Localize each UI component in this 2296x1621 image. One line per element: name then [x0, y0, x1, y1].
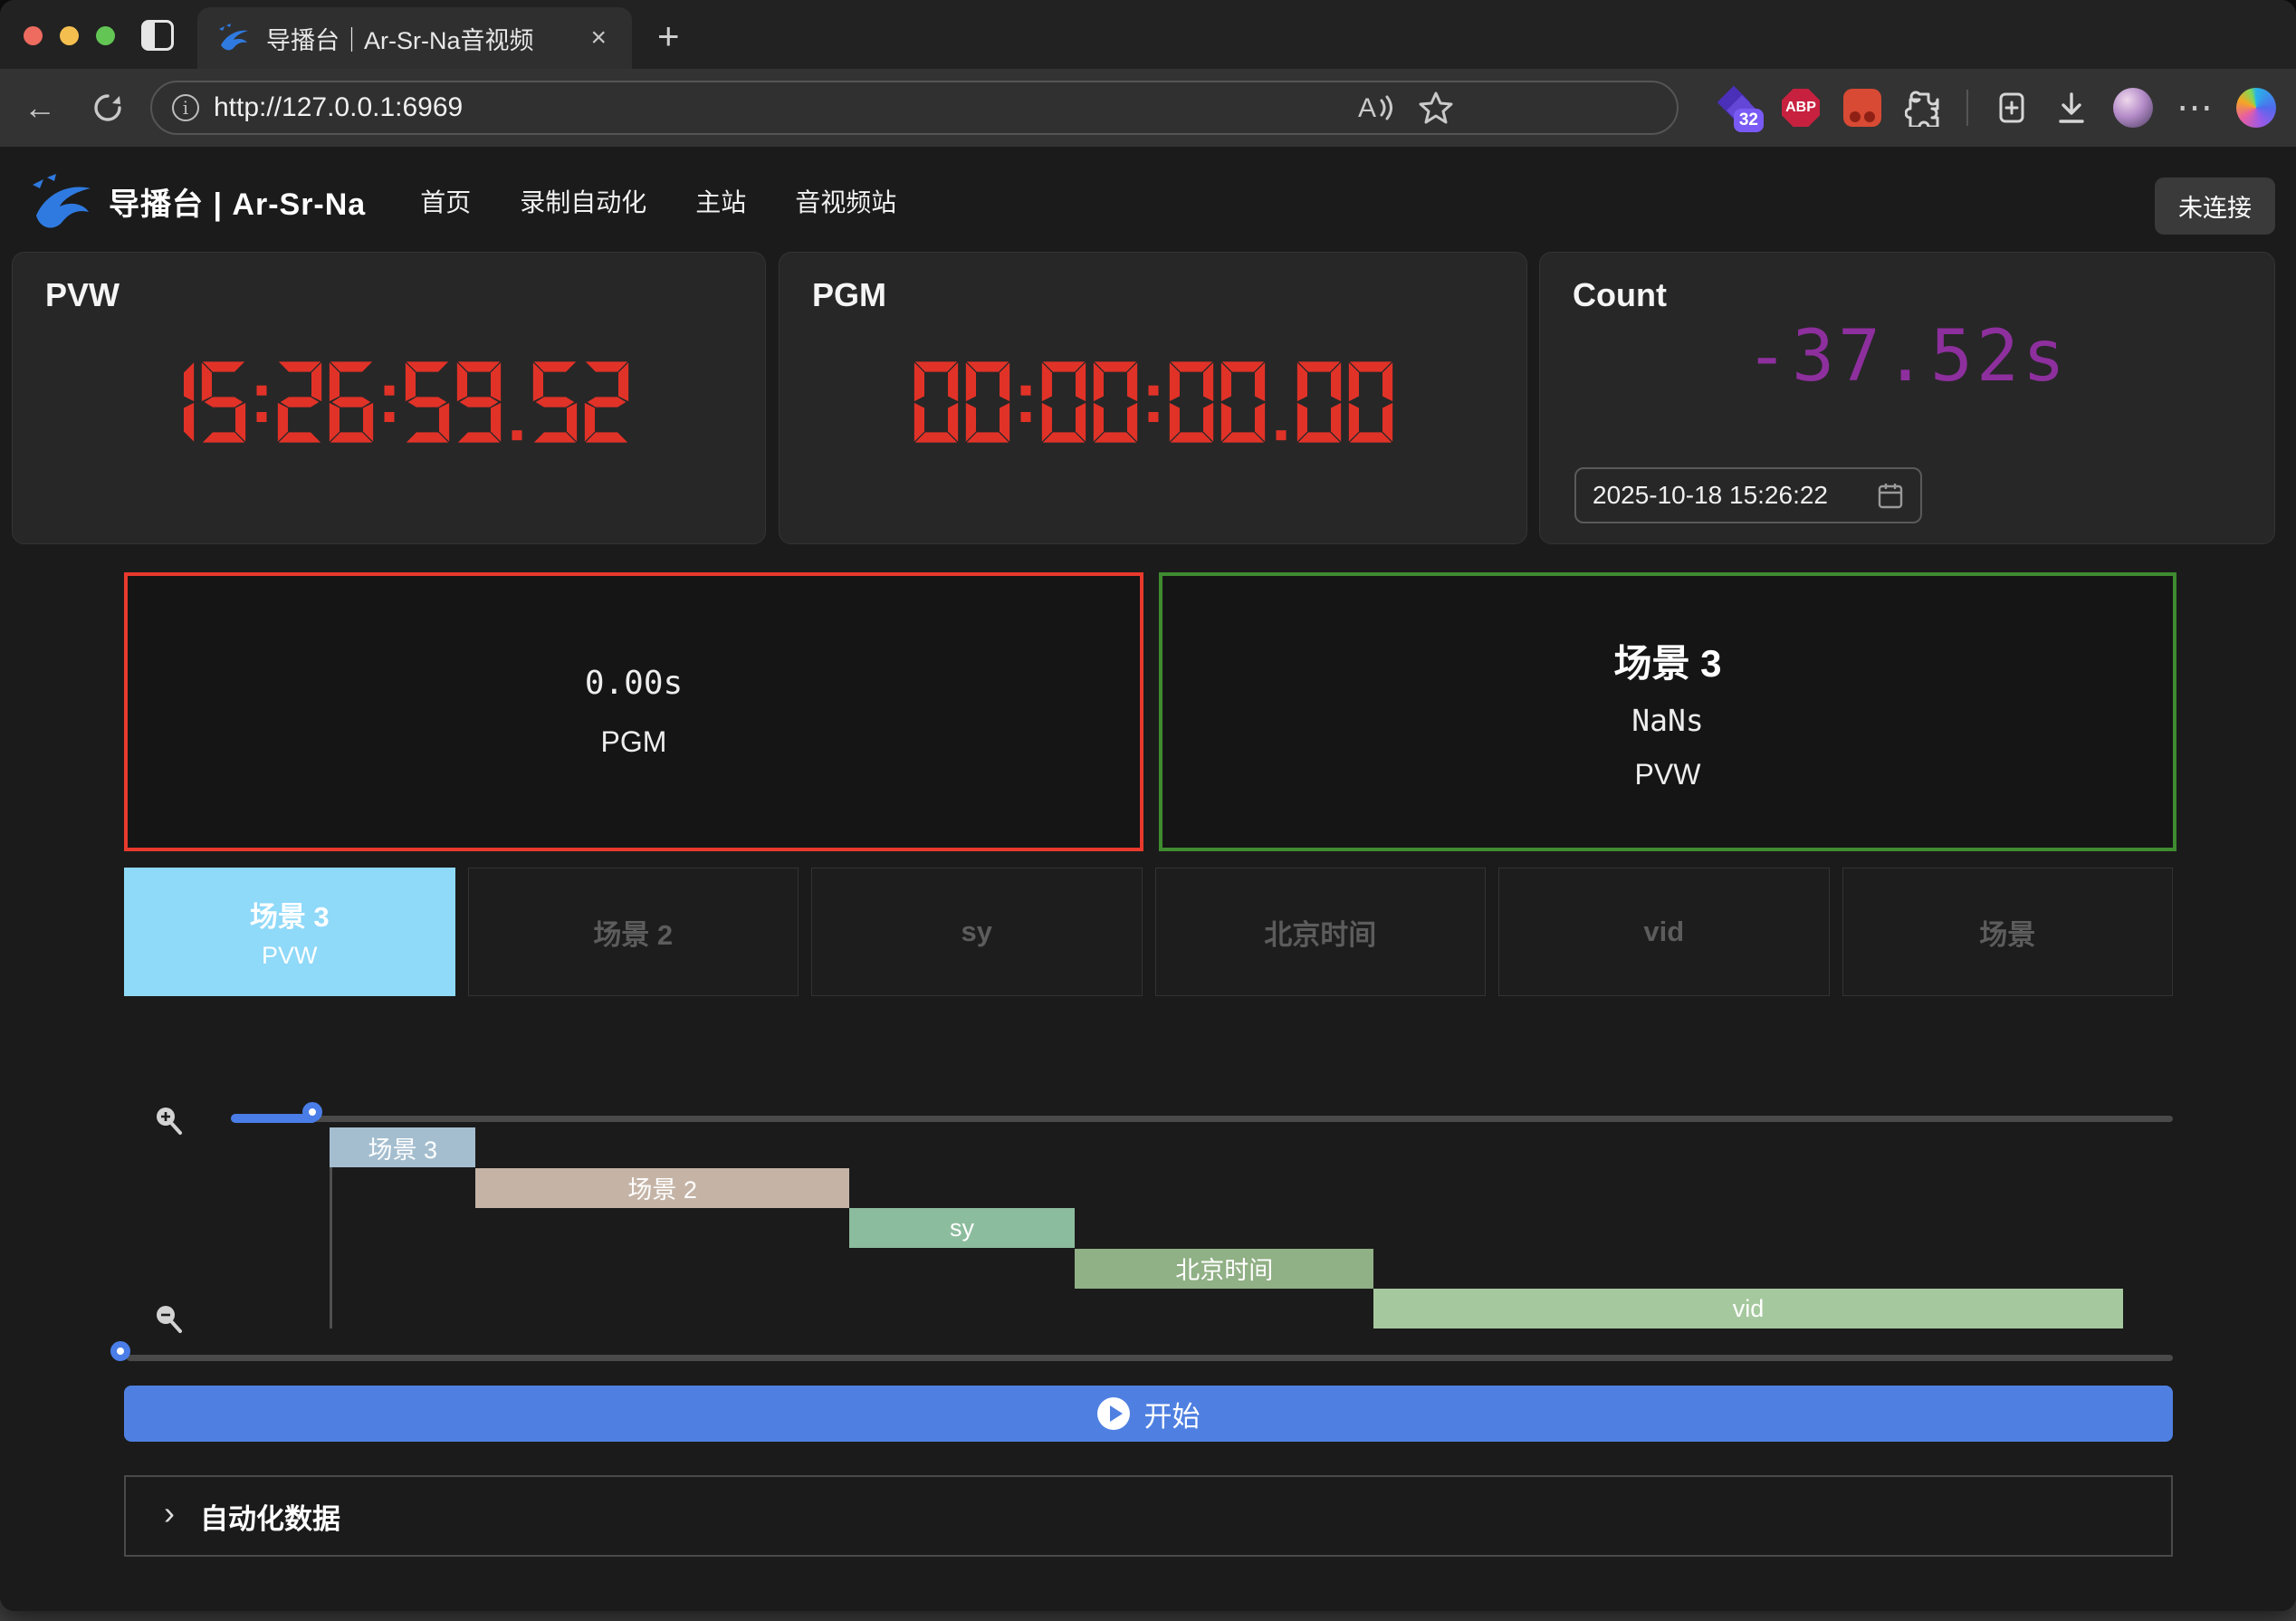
tab-title: 导播台｜Ar-Sr-Na音视频: [266, 21, 569, 56]
pgm-preview-box[interactable]: 0.00s PGM: [124, 572, 1143, 851]
pgm-clock: [780, 360, 1526, 445]
adblock-plus-icon[interactable]: ABP: [1782, 89, 1820, 127]
scene-button[interactable]: 场景 3 PVW: [124, 868, 455, 996]
scene-button-label: vid: [1643, 916, 1684, 948]
count-card-label: Count: [1573, 276, 1667, 314]
favorites-star-icon[interactable]: [1418, 90, 1454, 126]
pvw-box-label: PVW: [1635, 758, 1701, 791]
reload-button[interactable]: [91, 91, 125, 125]
pvw-scene-name: 场景 3: [1613, 633, 1721, 688]
datetime-value: 2025-10-18 15:26:22: [1593, 481, 1828, 510]
seek-slider-track[interactable]: [127, 1355, 2173, 1361]
play-icon: [1097, 1397, 1130, 1430]
adblock-icon[interactable]: [1843, 89, 1881, 127]
page-content: 导播台 | Ar-Sr-Na 首页 录制自动化 主站 音视频站 未连接 PVW PGM…: [0, 147, 2296, 1611]
automation-data-panel[interactable]: › 自动化数据: [124, 1475, 2173, 1557]
main-nav: 首页 录制自动化 主站 音视频站: [420, 183, 896, 219]
gantt-bar-label: sy: [950, 1214, 974, 1242]
site-info-icon[interactable]: i: [172, 94, 199, 121]
automation-panel-title: 自动化数据: [200, 1496, 340, 1537]
arsrna-logo-icon: [27, 170, 96, 232]
read-aloud-icon[interactable]: A: [1354, 90, 1394, 126]
extension-icon[interactable]: 32: [1720, 89, 1758, 127]
browser-toolbar: ← i http://127.0.0.1:6969 A 32 ABP: [0, 69, 2296, 147]
profile-avatar[interactable]: [2113, 88, 2153, 128]
start-button-label: 开始: [1144, 1394, 1201, 1434]
browser-tab[interactable]: 导播台｜Ar-Sr-Na音视频 ×: [197, 7, 632, 69]
extensions-puzzle-icon[interactable]: [1905, 89, 1943, 127]
count-value: -37.52s: [1540, 316, 2274, 398]
settings-menu-icon[interactable]: ⋯: [2176, 87, 2213, 129]
copilot-icon[interactable]: [2236, 88, 2276, 128]
scene-button[interactable]: 北京时间: [1155, 868, 1487, 996]
calendar-icon[interactable]: [1877, 481, 1904, 510]
scene-button[interactable]: vid: [1498, 868, 1830, 996]
nav-link[interactable]: 录制自动化: [520, 183, 646, 219]
seek-slider-handle[interactable]: [110, 1341, 130, 1361]
tab-close-icon[interactable]: ×: [583, 23, 614, 53]
nav-link[interactable]: 主站: [695, 183, 746, 219]
pvw-timer-card: PVW: [12, 252, 766, 544]
url-text: http://127.0.0.1:6969: [214, 92, 463, 123]
pgm-box-label: PGM: [601, 725, 667, 759]
pvw-clock: [13, 360, 765, 445]
pvw-preview-box[interactable]: 场景 3 NaNs PVW: [1159, 572, 2176, 851]
gantt-bar[interactable]: sy: [849, 1208, 1075, 1248]
gantt-bar[interactable]: 场景 2: [475, 1168, 849, 1208]
scene-button-label: 北京时间: [1264, 912, 1376, 953]
app-title: 导播台 | Ar-Sr-Na: [109, 179, 366, 224]
new-tab-button[interactable]: +: [657, 14, 680, 58]
start-button[interactable]: 开始: [124, 1386, 2173, 1442]
toolbar-divider: [1966, 90, 1968, 126]
app-header: 导播台 | Ar-Sr-Na 首页 录制自动化 主站 音视频站: [27, 159, 896, 243]
gantt-bar-label: vid: [1733, 1295, 1765, 1323]
nav-link[interactable]: 音视频站: [795, 183, 896, 219]
back-button[interactable]: ←: [24, 69, 56, 147]
scene-button-sublabel: PVW: [262, 942, 318, 970]
close-window-button[interactable]: [24, 26, 43, 45]
browser-window: 导播台｜Ar-Sr-Na音视频 × + ← i http://127.0.0.1…: [0, 0, 2296, 1611]
minimize-window-button[interactable]: [60, 26, 79, 45]
timeline-section: 场景 3 场景 2 sy 北京时间 vid: [0, 1091, 2296, 1372]
scene-button-label: 场景: [1979, 912, 2035, 953]
connection-status-badge[interactable]: 未连接: [2155, 177, 2275, 235]
scene-button-label: 场景 3: [250, 894, 330, 935]
zoom-slider-track[interactable]: [231, 1116, 2173, 1122]
pgm-remaining-time: 0.00s: [585, 665, 683, 702]
gantt-bar[interactable]: 北京时间: [1075, 1249, 1373, 1289]
gantt-bar[interactable]: vid: [1373, 1289, 2122, 1328]
scene-button[interactable]: sy: [811, 868, 1143, 996]
scene-button-row: 场景 3 PVW 场景 2 sy 北京时间 vid 场景: [124, 868, 2173, 996]
timeline-gantt: 场景 3 场景 2 sy 北京时间 vid: [124, 1127, 2173, 1328]
scene-button-label: 场景 2: [593, 912, 673, 953]
pvw-duration: NaNs: [1631, 703, 1703, 738]
scene-button[interactable]: 场景: [1842, 868, 2174, 996]
collections-icon[interactable]: [1992, 89, 2030, 127]
zoom-slider-handle[interactable]: [302, 1102, 322, 1122]
pgm-timer-card: PGM: [779, 252, 1527, 544]
chevron-right-icon: ›: [164, 1497, 175, 1530]
count-card: Count -37.52s 2025-10-18 15:26:22: [1539, 252, 2275, 544]
nav-link[interactable]: 首页: [420, 183, 471, 219]
tab-overview-icon[interactable]: [141, 20, 174, 51]
favicon-logo-icon: [215, 22, 252, 54]
gantt-bar-label: 场景 3: [368, 1130, 437, 1165]
extension-badge: 32: [1734, 109, 1764, 132]
pgm-card-label: PGM: [812, 276, 886, 314]
svg-text:A: A: [1358, 93, 1376, 123]
scene-button-label: sy: [961, 916, 992, 948]
downloads-icon[interactable]: [2053, 89, 2090, 127]
browser-tab-strip: 导播台｜Ar-Sr-Na音视频 × +: [0, 0, 2296, 69]
gantt-bar-label: 北京时间: [1175, 1251, 1273, 1286]
scene-button[interactable]: 场景 2: [468, 868, 799, 996]
pvw-card-label: PVW: [45, 276, 120, 314]
zoom-out-icon[interactable]: [152, 1302, 185, 1335]
maximize-window-button[interactable]: [96, 26, 115, 45]
datetime-input[interactable]: 2025-10-18 15:26:22: [1574, 467, 1922, 523]
gantt-bar[interactable]: 场景 3: [330, 1127, 475, 1167]
gantt-bar-label: 场景 2: [627, 1170, 697, 1205]
